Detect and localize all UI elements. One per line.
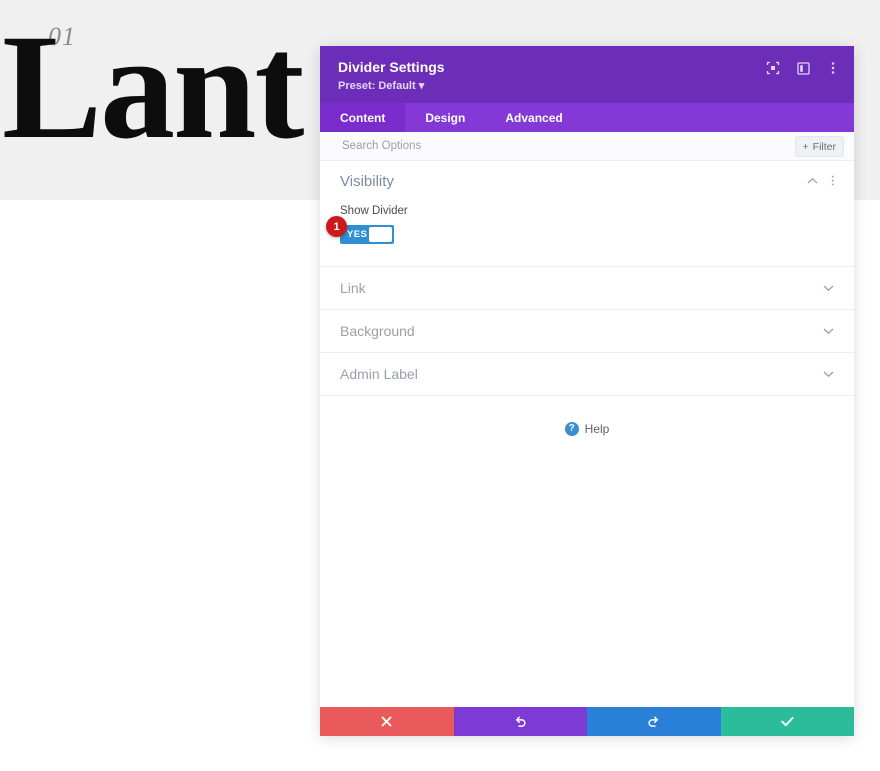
undo-button[interactable] — [453, 707, 587, 736]
section-link-title: Link — [340, 280, 366, 296]
search-input[interactable] — [340, 139, 724, 153]
modal-tabs: Content Design Advanced — [320, 103, 854, 132]
split-view-icon[interactable] — [796, 61, 810, 75]
redo-button[interactable] — [587, 707, 721, 736]
chevron-up-icon[interactable] — [807, 177, 818, 185]
close-icon — [381, 716, 392, 727]
redo-icon — [647, 715, 660, 728]
plus-icon: + — [802, 140, 809, 153]
search-row: + Filter — [320, 132, 854, 161]
show-divider-toggle[interactable]: YES — [340, 225, 394, 244]
toggle-knob — [369, 227, 392, 242]
show-divider-toggle-wrap: 1 YES — [326, 216, 394, 244]
step-badge-1: 1 — [326, 216, 347, 237]
section-admin-label-title: Admin Label — [340, 366, 418, 382]
help-label: Help — [584, 422, 610, 436]
cancel-button[interactable] — [320, 707, 454, 736]
focus-target-icon[interactable] — [766, 61, 780, 75]
chevron-down-icon[interactable] — [823, 284, 834, 292]
chevron-down-icon[interactable] — [823, 370, 834, 378]
toggle-state-label: YES — [347, 229, 368, 240]
divider-settings-modal: Divider Settings Preset: Default ▾ Conte… — [320, 46, 854, 736]
show-divider-label: Show Divider — [340, 205, 408, 217]
tab-content[interactable]: Content — [320, 103, 406, 132]
tab-design[interactable]: Design — [405, 103, 485, 132]
filter-button-label: Filter — [812, 140, 836, 153]
save-button[interactable] — [720, 707, 854, 736]
modal-body: Visibility Show Divider 1 YES Link Backg… — [320, 161, 854, 707]
section-visibility-title: Visibility — [340, 172, 394, 190]
section-visibility-actions — [807, 174, 835, 187]
section-more-vertical-icon[interactable] — [831, 174, 835, 187]
modal-footer — [320, 707, 854, 736]
more-vertical-icon[interactable] — [826, 61, 840, 75]
preset-selector[interactable]: Preset: Default ▾ — [338, 79, 424, 92]
section-background[interactable]: Background — [320, 310, 854, 353]
section-link[interactable]: Link — [320, 267, 854, 310]
undo-icon — [514, 715, 527, 728]
question-mark-icon: ? — [564, 422, 579, 436]
modal-title: Divider Settings — [338, 59, 445, 75]
hero-headline: Lant — [2, 4, 304, 170]
section-visibility: Visibility Show Divider 1 YES — [320, 161, 854, 267]
help-button[interactable]: ? Help — [320, 422, 854, 436]
section-background-title: Background — [340, 323, 415, 339]
check-icon — [781, 716, 794, 727]
chevron-down-icon[interactable] — [823, 327, 834, 335]
modal-header: Divider Settings Preset: Default ▾ — [320, 46, 854, 103]
tab-advanced[interactable]: Advanced — [485, 103, 582, 132]
section-admin-label[interactable]: Admin Label — [320, 353, 854, 396]
section-visibility-header[interactable]: Visibility — [340, 161, 834, 201]
modal-header-actions — [766, 61, 840, 75]
filter-button[interactable]: + Filter — [794, 136, 844, 157]
